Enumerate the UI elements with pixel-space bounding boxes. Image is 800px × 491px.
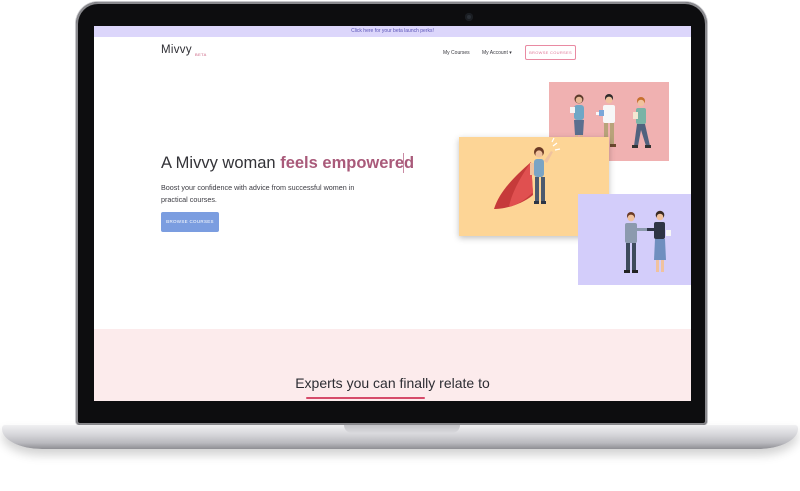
nav-my-account-dropdown[interactable]: My Account ▾ bbox=[482, 50, 512, 56]
site-logo[interactable]: Mivvy bbox=[161, 44, 192, 56]
nav-browse-courses-button[interactable]: BROWSE COURSES bbox=[525, 45, 576, 60]
promo-banner[interactable]: Click here for your beta launch perks! bbox=[94, 26, 691, 37]
nav-my-courses[interactable]: My Courses bbox=[443, 50, 470, 56]
navbar: Mivvy BETA My Courses My Account ▾ BROWS… bbox=[94, 37, 691, 67]
handshake-illustration bbox=[624, 210, 671, 273]
hero-browse-courses-button[interactable]: BROWSE COURSES bbox=[161, 212, 219, 232]
browser-screen: Click here for your beta launch perks! M… bbox=[94, 26, 691, 401]
laptop-base bbox=[2, 425, 798, 449]
webcam-icon bbox=[465, 13, 473, 21]
hero-title-accent: feels empowered bbox=[280, 154, 415, 172]
hero-title: A Mivvy woman feels empowered bbox=[161, 154, 414, 173]
experts-heading: Experts you can finally relate to bbox=[295, 375, 490, 391]
laptop-base-notch bbox=[344, 425, 460, 433]
experts-section: Experts you can finally relate to bbox=[94, 329, 691, 401]
typing-cursor bbox=[403, 153, 404, 173]
hero-title-prefix: A Mivvy woman bbox=[161, 154, 281, 172]
illustration-handshake-card bbox=[578, 194, 691, 285]
hero-subtitle: Boost your confidence with advice from s… bbox=[161, 183, 355, 204]
heading-underline bbox=[306, 397, 425, 399]
beta-badge: BETA bbox=[195, 52, 207, 57]
